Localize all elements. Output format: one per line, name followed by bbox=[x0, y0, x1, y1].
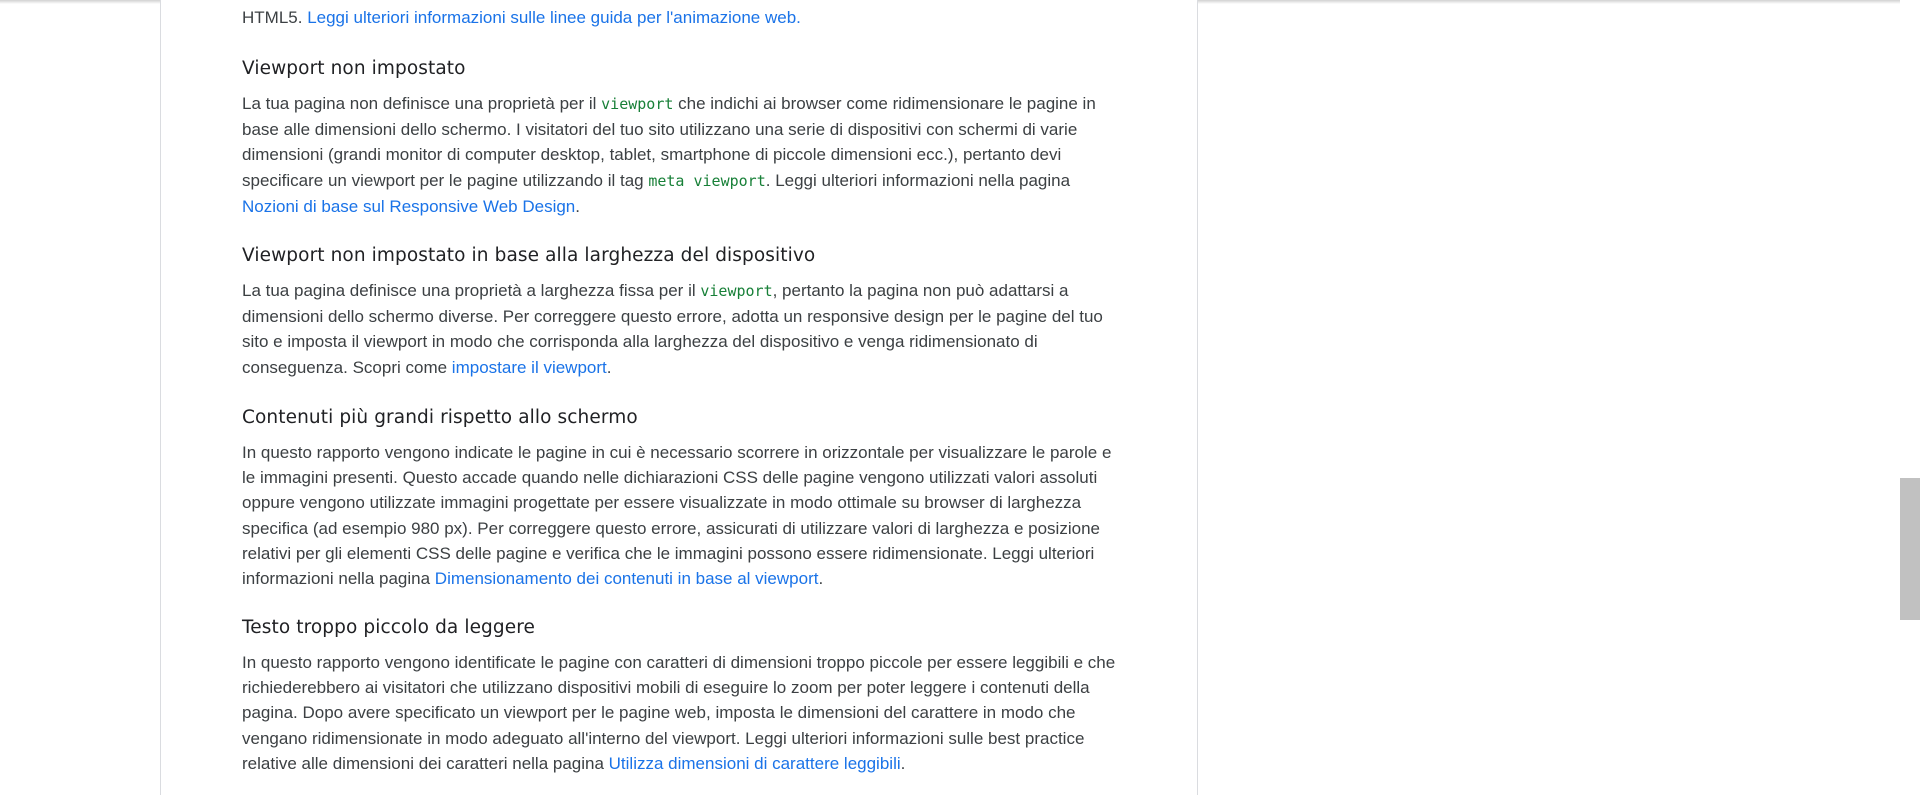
section-content-wider-than-screen: Contenuti più grandi rispetto allo scher… bbox=[242, 404, 1122, 591]
inline-code: viewport bbox=[601, 95, 674, 113]
section-paragraph: La tua pagina definisce una proprietà a … bbox=[242, 278, 1122, 380]
top-paragraph-fragment: HTML5. Leggi ulteriori informazioni sull… bbox=[242, 5, 801, 30]
paragraph-text: . Leggi ulteriori informazioni nella pag… bbox=[765, 170, 1071, 190]
section-paragraph: La tua pagina non definisce una propriet… bbox=[242, 91, 1122, 219]
section-viewport-not-device-width: Viewport non impostato in base alla larg… bbox=[242, 242, 1122, 380]
paragraph-text: . bbox=[606, 357, 612, 377]
paragraph-text: La tua pagina definisce una proprietà a … bbox=[242, 281, 701, 300]
section-text-too-small: Testo troppo piccolo da leggere In quest… bbox=[242, 614, 1122, 776]
section-heading: Testo troppo piccolo da leggere bbox=[242, 617, 536, 638]
paragraph-text: In questo rapporto vengono indicate le p… bbox=[242, 443, 1112, 589]
inline-code: meta viewport bbox=[648, 171, 766, 190]
section-paragraph: In questo rapporto vengono indicate le p… bbox=[242, 440, 1122, 591]
paragraph-text: La tua pagina non definisce una propriet… bbox=[242, 94, 602, 113]
animation-guidelines-link[interactable]: Leggi ulteriori informazioni sulle linee… bbox=[307, 8, 801, 27]
paragraph-text: . bbox=[575, 196, 580, 216]
paragraph-text: . bbox=[818, 569, 824, 589]
doc-link[interactable]: Dimensionamento dei contenuti in base al… bbox=[435, 569, 819, 588]
section-viewport-not-set: Viewport non impostato La tua pagina non… bbox=[242, 55, 1122, 219]
section-heading: Viewport non impostato in base alla larg… bbox=[242, 245, 816, 266]
inline-code: viewport bbox=[700, 282, 773, 300]
page-scrollbar[interactable] bbox=[1900, 0, 1920, 795]
section-paragraph: In questo rapporto vengono identificate … bbox=[242, 650, 1122, 776]
doc-link[interactable]: Nozioni di base sul Responsive Web Desig… bbox=[242, 197, 575, 216]
section-heading: Viewport non impostato bbox=[242, 58, 466, 79]
paragraph-text: . bbox=[900, 753, 906, 773]
section-heading: Contenuti più grandi rispetto allo scher… bbox=[242, 407, 638, 428]
top-fragment-text: HTML5. bbox=[242, 8, 308, 27]
scrollbar-thumb[interactable] bbox=[1900, 478, 1920, 620]
content-card: HTML5. Leggi ulteriori informazioni sull… bbox=[160, 0, 1198, 795]
doc-link[interactable]: Utilizza dimensioni di carattere leggibi… bbox=[609, 754, 901, 773]
doc-link[interactable]: impostare il viewport bbox=[452, 358, 607, 377]
